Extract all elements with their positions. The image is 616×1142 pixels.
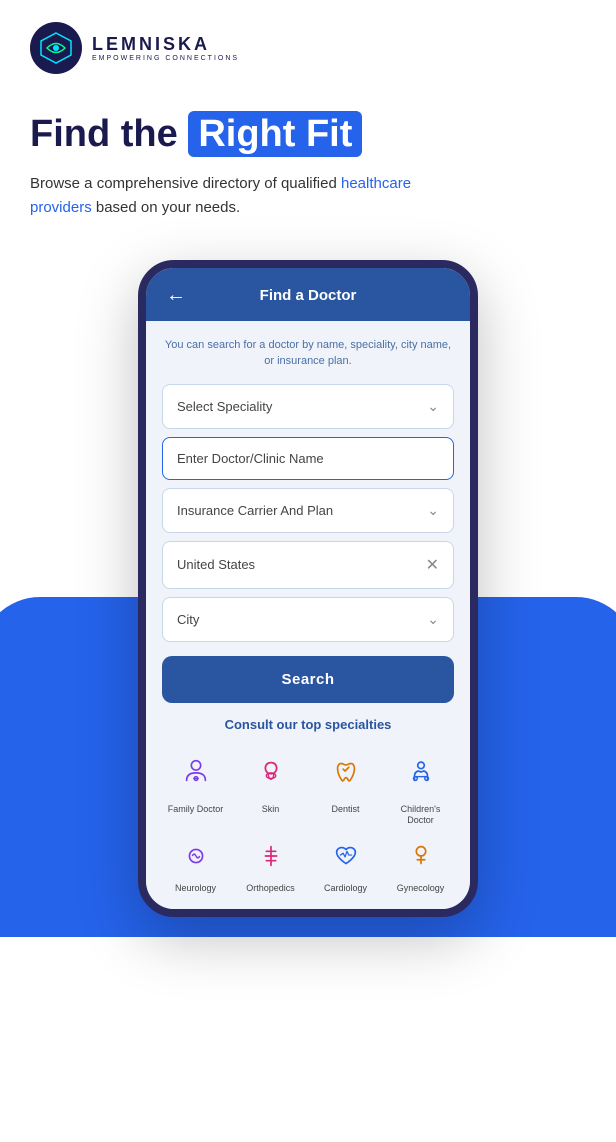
specialty-neurology[interactable]: Neurology bbox=[162, 835, 229, 895]
specialty-gynecology[interactable]: Gynecology bbox=[387, 835, 454, 895]
gynecology-label: Gynecology bbox=[397, 883, 445, 895]
dentist-label: Dentist bbox=[331, 804, 359, 816]
city-label: City bbox=[177, 612, 199, 627]
insurance-dropdown[interactable]: Insurance Carrier And Plan ⌄ bbox=[162, 488, 454, 533]
header: LEMNISKA EMPOWERING CONNECTIONS bbox=[0, 0, 616, 84]
insurance-label: Insurance Carrier And Plan bbox=[177, 503, 333, 518]
speciality-dropdown[interactable]: Select Speciality ⌄ bbox=[162, 384, 454, 429]
phone-topbar: ← Find a Doctor bbox=[146, 268, 470, 321]
back-button[interactable]: ← bbox=[166, 284, 186, 307]
childrens-doctor-label: Children's Doctor bbox=[387, 804, 454, 827]
chevron-down-icon-city: ⌄ bbox=[427, 611, 439, 628]
search-hint: You can search for a doctor by name, spe… bbox=[162, 337, 454, 370]
city-dropdown[interactable]: City ⌄ bbox=[162, 597, 454, 642]
family-doctor-label: Family Doctor bbox=[168, 804, 224, 816]
phone-section: ← Find a Doctor You can search for a doc… bbox=[0, 260, 616, 937]
close-icon[interactable]: ✕ bbox=[426, 555, 439, 575]
childrens-doctor-icon-box bbox=[394, 744, 448, 798]
specialties-row-1: Family Doctor Skin bbox=[162, 744, 454, 827]
specialty-orthopedics[interactable]: Orthopedics bbox=[237, 835, 304, 895]
country-value: United States bbox=[177, 557, 255, 572]
logo-name: LEMNISKA bbox=[92, 34, 239, 55]
specialty-family-doctor[interactable]: Family Doctor bbox=[162, 744, 229, 827]
phone-frame: ← Find a Doctor You can search for a doc… bbox=[138, 260, 478, 917]
logo-tagline: EMPOWERING CONNECTIONS bbox=[92, 55, 239, 62]
dentist-icon-box bbox=[319, 744, 373, 798]
orthopedics-icon-box bbox=[244, 835, 298, 877]
specialty-childrens-doctor[interactable]: Children's Doctor bbox=[387, 744, 454, 827]
neurology-label: Neurology bbox=[175, 883, 216, 895]
family-doctor-icon-box bbox=[169, 744, 223, 798]
doctor-name-field[interactable]: Enter Doctor/Clinic Name bbox=[162, 437, 454, 480]
hero-description: Browse a comprehensive directory of qual… bbox=[30, 172, 430, 220]
search-button[interactable]: Search bbox=[162, 656, 454, 703]
speciality-label: Select Speciality bbox=[177, 399, 272, 414]
phone-body: You can search for a doctor by name, spe… bbox=[146, 321, 470, 909]
hero-title: Find the Right Fit bbox=[30, 114, 586, 156]
logo-icon bbox=[30, 22, 82, 74]
doctor-name-placeholder: Enter Doctor/Clinic Name bbox=[177, 451, 324, 466]
topbar-title: Find a Doctor bbox=[260, 287, 357, 304]
cardiology-label: Cardiology bbox=[324, 883, 367, 895]
chevron-down-icon-insurance: ⌄ bbox=[427, 502, 439, 519]
chevron-down-icon: ⌄ bbox=[427, 398, 439, 415]
specialty-skin[interactable]: Skin bbox=[237, 744, 304, 827]
gynecology-icon-box bbox=[394, 835, 448, 877]
specialties-row-2: Neurology Orthopedics bbox=[162, 835, 454, 895]
skin-label: Skin bbox=[262, 804, 280, 816]
neurology-icon-box bbox=[169, 835, 223, 877]
country-field[interactable]: United States ✕ bbox=[162, 541, 454, 589]
skin-icon-box bbox=[244, 744, 298, 798]
logo-text: LEMNISKA EMPOWERING CONNECTIONS bbox=[92, 34, 239, 62]
specialty-cardiology[interactable]: Cardiology bbox=[312, 835, 379, 895]
cardiology-icon-box bbox=[319, 835, 373, 877]
hero-section: Find the Right Fit Browse a comprehensiv… bbox=[0, 84, 616, 230]
orthopedics-label: Orthopedics bbox=[246, 883, 295, 895]
hero-highlight: Right Fit bbox=[188, 111, 362, 157]
consult-title: Consult our top specialties bbox=[162, 717, 454, 732]
specialty-dentist[interactable]: Dentist bbox=[312, 744, 379, 827]
